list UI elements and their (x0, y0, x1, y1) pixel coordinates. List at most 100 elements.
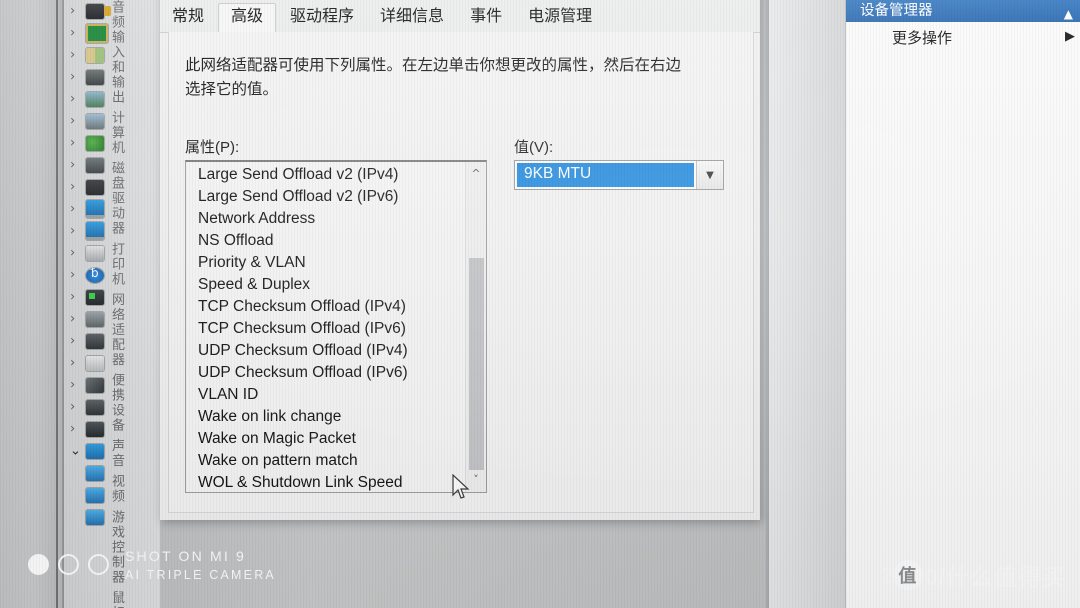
device-tree-row[interactable] (64, 484, 160, 506)
list-item[interactable]: Wake on link change (186, 406, 462, 428)
chevron-right-icon[interactable]: › (70, 49, 75, 62)
device-tree-row[interactable]: › (64, 352, 160, 374)
list-item[interactable]: NS Offload (186, 230, 462, 252)
list-item[interactable]: Large Send Offload v2 (IPv6) (186, 186, 462, 208)
value-combobox[interactable]: 9KB MTU ▼ (514, 160, 724, 190)
listbox-scrollbar[interactable]: ^ ˅ (465, 162, 486, 492)
tab-0[interactable]: 常规 (160, 4, 216, 32)
list-item[interactable]: Large Send Offload v2 (IPv4) (186, 164, 462, 186)
chevron-right-icon[interactable]: › (70, 401, 75, 414)
device-tree-row[interactable]: › (64, 66, 160, 88)
chevron-right-icon[interactable]: › (70, 291, 75, 304)
device-tree-row[interactable]: › (64, 176, 160, 198)
tab-5[interactable]: 电源管理 (516, 4, 604, 32)
list-item[interactable]: TCP Checksum Offload (IPv4) (186, 296, 462, 318)
chevron-right-icon[interactable]: › (70, 379, 75, 392)
chevron-right-icon[interactable]: › (70, 159, 75, 172)
camera-watermark-text: SHOT ON MI 9 AI TRIPLE CAMERA (125, 546, 276, 584)
chevron-right-icon[interactable]: › (70, 71, 75, 84)
lens-dot-icon (28, 554, 49, 576)
list-item[interactable]: UDP Checksum Offload (IPv6) (186, 362, 462, 384)
device-tree-row[interactable]: › (64, 374, 160, 396)
memory-card-icon (86, 47, 104, 63)
tab-2[interactable]: 驱动程序 (278, 4, 366, 32)
list-item[interactable]: Wake on Magic Packet (186, 428, 462, 450)
chevron-right-icon[interactable]: › (70, 247, 75, 260)
chevron-right-icon[interactable]: › (70, 181, 75, 194)
list-item[interactable]: Priority & VLAN (186, 252, 462, 274)
chevron-right-icon[interactable]: › (70, 93, 75, 106)
list-item[interactable]: WOL & Shutdown Link Speed (186, 472, 462, 492)
chevron-right-icon[interactable]: › (70, 225, 75, 238)
scrollbar-thumb[interactable] (469, 258, 484, 470)
device-tree-row[interactable]: › (64, 0, 160, 22)
tab-1[interactable]: 高级 (218, 3, 277, 33)
device-tree-row[interactable]: › (64, 88, 160, 110)
chevron-right-icon[interactable]: › (70, 423, 75, 436)
adapter-properties-dialog: 常规 高级 驱动程序 详细信息 事件 电源管理 此网络适配器可使用下列属性。在左边单击你想… (160, 0, 760, 520)
port-device-icon (86, 333, 104, 349)
device-tree-row[interactable]: › (64, 44, 160, 66)
chevron-right-icon[interactable]: › (70, 115, 75, 128)
device-tree-row[interactable]: ⌄ (64, 440, 160, 462)
chevron-right-icon[interactable]: › (70, 269, 75, 282)
device-tree-row[interactable]: › (64, 198, 160, 220)
chevron-right-icon[interactable]: › (70, 137, 75, 150)
device-tree-row[interactable] (64, 506, 160, 528)
device-tree-row[interactable]: › (64, 110, 160, 132)
chevron-right-icon[interactable]: › (70, 203, 75, 216)
device-tree-row[interactable]: › (64, 154, 160, 176)
usb-controller-icon (86, 421, 104, 437)
list-item[interactable]: TCP Checksum Offload (IPv6) (186, 318, 462, 340)
actions-pane-item[interactable]: 更多操作 ▶ (846, 22, 1080, 52)
device-tree-row[interactable]: › (64, 396, 160, 418)
chevron-down-icon[interactable]: ˅ (466, 470, 486, 488)
device-manager-tree[interactable]: 音频输入和输出 计算机 磁盘驱动器 打印机 网络适配器 便携设备 声音 视频 游… (64, 0, 160, 608)
monitor-icon (86, 222, 104, 240)
chevron-right-icon[interactable]: › (70, 357, 75, 370)
tab-3[interactable]: 详细信息 (368, 4, 456, 32)
list-item[interactable]: Wake on pattern match (186, 450, 462, 472)
dialog-description: 此网络适配器可使用下列属性。在左边单击你想更改的属性，然后在右边选择它的值。 (185, 57, 682, 99)
chevron-up-icon[interactable]: ^ (466, 164, 486, 182)
network-adapter-child-icon (86, 487, 104, 503)
network-adapter-child-icon (86, 465, 104, 481)
actions-pane: 设备管理器 ▲ 更多操作 ▶ (845, 0, 1080, 608)
actions-pane-title: 设备管理器 (860, 3, 933, 19)
chevron-right-icon[interactable]: › (70, 5, 75, 18)
device-tree-row[interactable] (64, 462, 160, 484)
chevron-right-icon[interactable]: › (70, 335, 75, 348)
list-item[interactable]: UDP Checksum Offload (IPv4) (186, 340, 462, 362)
mouse-icon (86, 399, 104, 415)
device-tree-row[interactable]: › (64, 330, 160, 352)
chevron-down-icon[interactable]: ⌄ (70, 445, 81, 458)
device-tree-row[interactable]: › (64, 220, 160, 242)
list-item[interactable]: Network Address (186, 208, 462, 230)
processor-icon (86, 157, 104, 173)
list-item[interactable]: Speed & Duplex (186, 274, 462, 296)
camera-lens-dots (28, 554, 109, 576)
unknown-device-icon (86, 289, 104, 305)
device-tree-row[interactable]: › (64, 22, 160, 44)
dialog-body: 此网络适配器可使用下列属性。在左边单击你想更改的属性，然后在右边选择它的值。 属… (168, 32, 754, 513)
speaker-audio-icon (86, 377, 104, 393)
site-watermark: 2 值 0/什么值得买 (881, 558, 1066, 592)
triangle-right-icon[interactable]: ▶ (1065, 29, 1075, 44)
monitor-bezel (0, 0, 58, 608)
dialog-tabstrip[interactable]: 常规 高级 驱动程序 详细信息 事件 电源管理 (160, 0, 760, 33)
network-adapter-child-icon (86, 509, 104, 525)
device-tree-row[interactable]: › (64, 242, 160, 264)
chevron-right-icon[interactable]: › (70, 27, 75, 40)
device-tree-row[interactable]: › (64, 264, 160, 286)
property-listbox[interactable]: Large Send Offload v2 (IPv4) Large Send O… (185, 160, 487, 493)
device-tree-row[interactable]: › (64, 132, 160, 154)
value-combobox-selected[interactable]: 9KB MTU (517, 163, 694, 187)
device-tree-row[interactable]: › (64, 286, 160, 308)
device-tree-row[interactable]: › (64, 418, 160, 440)
device-tree-row[interactable]: › (64, 308, 160, 330)
list-item[interactable]: VLAN ID (186, 384, 462, 406)
chevron-right-icon[interactable]: › (70, 313, 75, 326)
display-adapter-icon (86, 91, 104, 107)
chevron-down-icon[interactable]: ▼ (696, 161, 723, 189)
tab-4[interactable]: 事件 (458, 4, 514, 32)
